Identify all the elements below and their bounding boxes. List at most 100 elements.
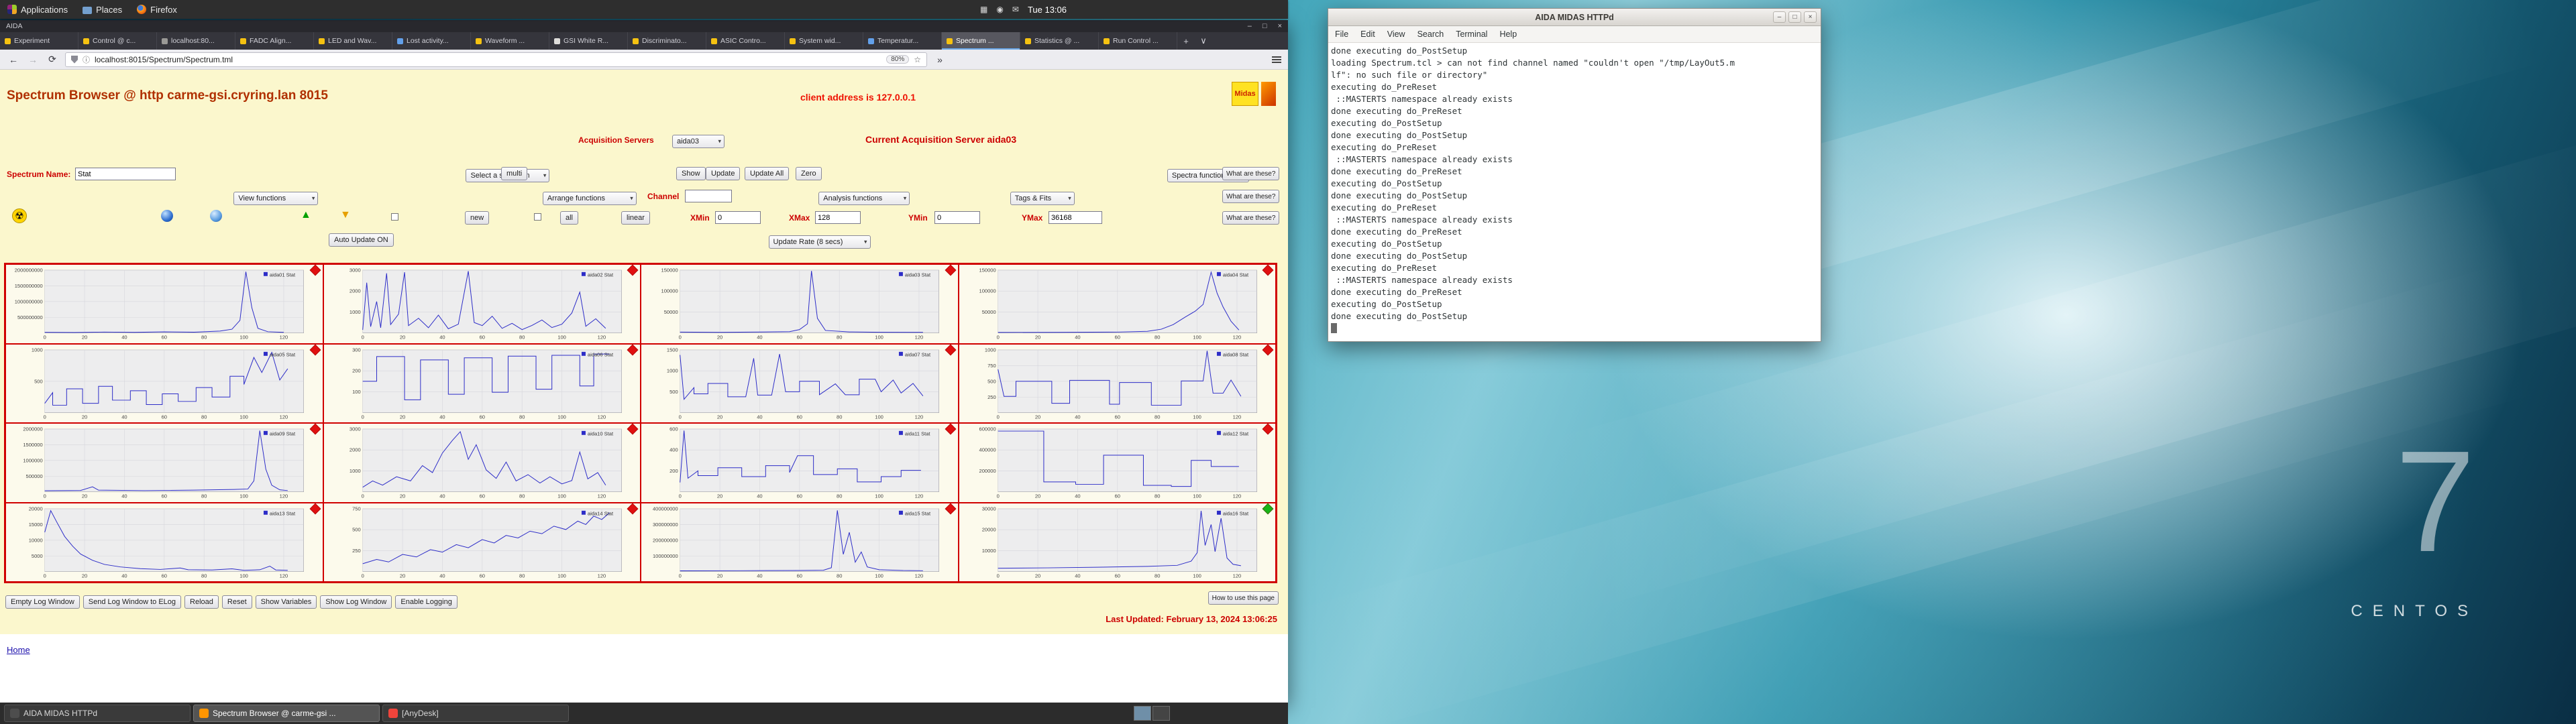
home-link[interactable]: Home: [7, 645, 30, 655]
spectrum-panel-aida16[interactable]: 30000 20000 10000 0 20 40 60 80 100 120 aida16 Sta…: [958, 502, 1276, 582]
close-icon[interactable]: ×: [1278, 22, 1282, 30]
spectrum-panel-aida04[interactable]: 150000 100000 50000 0 20 40 60 80 100 120 aida04 S…: [958, 264, 1276, 344]
browser-tab[interactable]: LED and Wav...: [314, 32, 392, 50]
terminal-menu-terminal[interactable]: Terminal: [1456, 29, 1487, 39]
zoom-indicator[interactable]: 80%: [886, 55, 910, 64]
spectrum-name-input[interactable]: [75, 168, 176, 180]
spectrum-panel-aida07[interactable]: 1500 1000 500 0 20 40 60 80 100 120 aida07 Stat: [641, 343, 959, 423]
ymin-input[interactable]: [934, 211, 980, 224]
terminal-menu-edit[interactable]: Edit: [1360, 29, 1375, 39]
footer-button[interactable]: Reset: [221, 595, 252, 609]
spectrum-panel-aida11[interactable]: 600 400 200 0 20 40 60 80 100 120 aida11 Stat: [641, 423, 959, 503]
show-button[interactable]: Show: [676, 167, 706, 180]
footer-button[interactable]: Enable Logging: [395, 595, 458, 609]
panel-clock[interactable]: Tue 13:06: [1028, 5, 1067, 15]
radioactive-icon[interactable]: ☢: [12, 208, 27, 223]
what-are-these-button-2[interactable]: What are these?: [1222, 190, 1280, 203]
spectrum-panel-aida08[interactable]: 1000 750 500 250 0 20 40 60 80 100 120 aida08 Stat: [958, 343, 1276, 423]
maximize-icon[interactable]: □: [1263, 22, 1267, 30]
spectrum-panel-aida02[interactable]: 3000 2000 1000 0 20 40 60 80 100 120 aida02 Stat: [323, 264, 641, 344]
menu-hamburger-icon[interactable]: [1272, 56, 1281, 63]
spectrum-panel-aida12[interactable]: 600000 400000 200000 0 20 40 60 80 100 120 aida12 …: [958, 423, 1276, 503]
minimize-icon[interactable]: –: [1248, 22, 1252, 30]
what-are-these-button-3[interactable]: What are these?: [1222, 211, 1280, 225]
overflow-chevron-icon[interactable]: »: [933, 54, 947, 65]
reload-button[interactable]: ⟳: [46, 54, 59, 65]
new-button[interactable]: new: [465, 211, 490, 225]
browser-tab[interactable]: Control @ c...: [78, 32, 157, 50]
url-text[interactable]: localhost:8015/Spectrum/Spectrum.tml: [95, 55, 233, 64]
xmax-input[interactable]: [815, 211, 861, 224]
back-button[interactable]: ←: [7, 54, 20, 65]
ymax-input[interactable]: [1049, 211, 1102, 224]
update-rate-dropdown[interactable]: Update Rate (8 secs): [768, 235, 871, 249]
browser-tab[interactable]: Spectrum ...: [942, 32, 1020, 50]
all-button[interactable]: all: [560, 211, 579, 225]
spectrum-panel-aida06[interactable]: 300 200 100 0 20 40 60 80 100 120 aida06 Stat: [323, 343, 641, 423]
browser-tab[interactable]: Temperatur...: [863, 32, 942, 50]
footer-button[interactable]: Empty Log Window: [5, 595, 80, 609]
terminal-close-icon[interactable]: ×: [1804, 11, 1817, 23]
taskbar-window-button[interactable]: Spectrum Browser @ carme-gsi ...: [193, 705, 380, 722]
zoom-out-orb-icon[interactable]: [210, 210, 222, 222]
arrange-functions-dropdown[interactable]: Arrange functions: [542, 192, 637, 205]
spectrum-panel-aida05[interactable]: 1000 500 0 20 40 60 80 100 120 aida05 Stat: [5, 343, 323, 423]
channel-input[interactable]: [685, 190, 732, 202]
footer-button[interactable]: Show Variables: [255, 595, 317, 609]
new-tab-button[interactable]: +: [1177, 32, 1195, 50]
update-button[interactable]: Update: [706, 167, 741, 180]
terminal-titlebar[interactable]: AIDA MIDAS HTTPd – □ ×: [1328, 9, 1821, 26]
workspace-1[interactable]: [1134, 706, 1151, 721]
multi-button[interactable]: multi: [501, 167, 528, 180]
tags-fits-dropdown[interactable]: Tags & Fits: [1010, 192, 1075, 205]
zoom-in-orb-icon[interactable]: [161, 210, 173, 222]
browser-tab[interactable]: System wid...: [785, 32, 863, 50]
what-are-these-button-1[interactable]: What are these?: [1222, 167, 1280, 180]
terminal-output[interactable]: done executing do_PostSetup loading Spect…: [1328, 44, 1821, 341]
checkbox-new[interactable]: [391, 213, 398, 221]
how-to-use-button[interactable]: How to use this page: [1208, 591, 1279, 605]
view-functions-dropdown[interactable]: View functions: [233, 192, 319, 205]
spectrum-panel-aida03[interactable]: 150000 100000 50000 0 20 40 60 80 100 120 aida03 S…: [641, 264, 959, 344]
tray-volume-icon[interactable]: ◉: [996, 5, 1003, 14]
browser-tab[interactable]: FADC Align...: [235, 32, 314, 50]
checkbox-all[interactable]: [534, 213, 541, 221]
terminal-menu-help[interactable]: Help: [1499, 29, 1517, 39]
shield-icon[interactable]: [71, 55, 78, 64]
terminal-menu-search[interactable]: Search: [1417, 29, 1444, 39]
list-all-tabs-icon[interactable]: ∨: [1195, 32, 1212, 50]
linear-button[interactable]: linear: [621, 211, 650, 225]
auto-update-button[interactable]: Auto Update ON: [329, 233, 394, 247]
spectrum-panel-aida01[interactable]: 2000000000 1500000000 1000000000 500000000 0…: [5, 264, 323, 344]
url-bar[interactable]: ⓘ localhost:8015/Spectrum/Spectrum.tml 8…: [65, 52, 927, 67]
places-menu[interactable]: Places: [75, 0, 129, 19]
spectrum-panel-aida09[interactable]: 2000000 1500000 1000000 500000 0 20 40 60 80 100 1…: [5, 423, 323, 503]
terminal-maximize-icon[interactable]: □: [1788, 11, 1801, 23]
browser-tab[interactable]: localhost:80...: [157, 32, 235, 50]
firefox-menu[interactable]: Firefox: [129, 0, 184, 19]
spectrum-panel-aida14[interactable]: 750 500 250 0 20 40 60 80 100 120 aida14 Stat: [323, 502, 641, 582]
terminal-menu-file[interactable]: File: [1335, 29, 1348, 39]
update-all-button[interactable]: Update All: [745, 167, 790, 180]
up-arrow-icon[interactable]: ▲: [301, 210, 311, 221]
browser-tab[interactable]: Waveform ...: [471, 32, 549, 50]
browser-tab[interactable]: Statistics @ ...: [1020, 32, 1099, 50]
taskbar-window-button[interactable]: [AnyDesk]: [382, 705, 569, 722]
footer-button[interactable]: Reload: [184, 595, 219, 609]
browser-tab[interactable]: Run Control ...: [1099, 32, 1177, 50]
browser-tab[interactable]: ASIC Contro...: [706, 32, 785, 50]
firefox-titlebar[interactable]: AIDA – □ ×: [0, 20, 1288, 32]
browser-tab[interactable]: GSI White R...: [549, 32, 628, 50]
browser-tab[interactable]: Lost activity...: [392, 32, 471, 50]
tray-notifications-icon[interactable]: ✉: [1012, 5, 1019, 14]
midas-logo[interactable]: Midas: [1232, 82, 1276, 106]
xmin-input[interactable]: [715, 211, 761, 224]
down-arrow-icon[interactable]: ▼: [340, 210, 351, 221]
footer-button[interactable]: Show Log Window: [320, 595, 392, 609]
taskbar-window-button[interactable]: AIDA MIDAS HTTPd: [4, 705, 191, 722]
browser-tab[interactable]: Experiment: [0, 32, 78, 50]
spectrum-panel-aida10[interactable]: 3000 2000 1000 0 20 40 60 80 100 120 aida10 Stat: [323, 423, 641, 503]
applications-menu[interactable]: Applications: [0, 0, 75, 19]
zero-button[interactable]: Zero: [796, 167, 822, 180]
forward-button[interactable]: →: [26, 54, 40, 65]
